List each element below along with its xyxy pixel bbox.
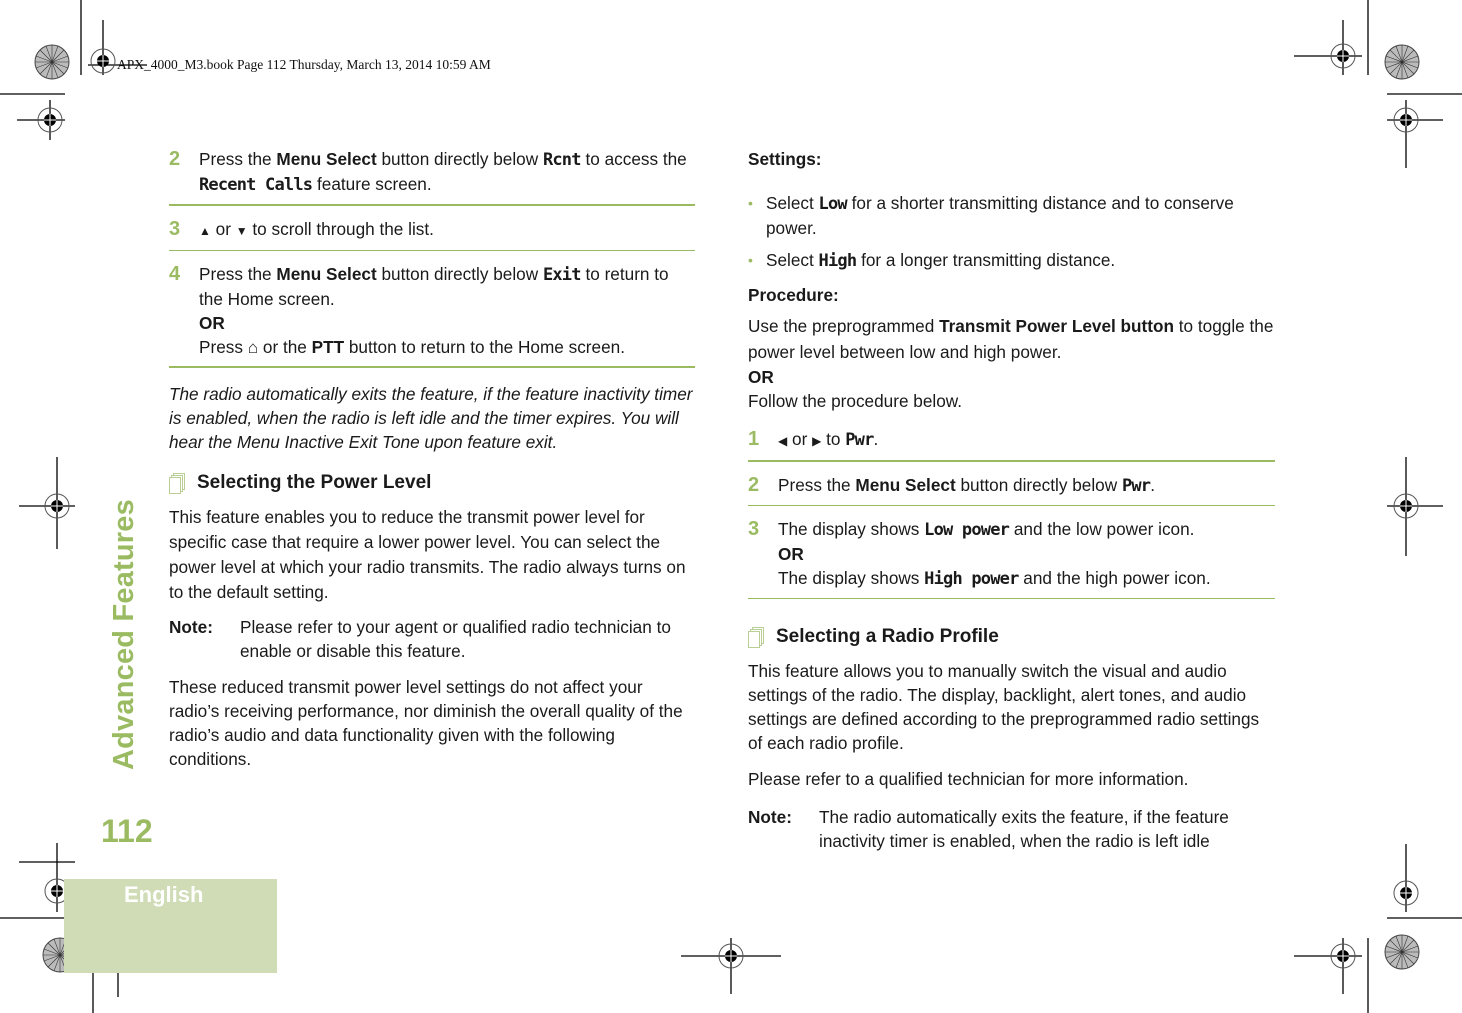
display-text-rcnt: Rcnt	[542, 150, 582, 170]
menu-select-label: Menu Select	[276, 149, 377, 169]
step-number: 3	[169, 218, 181, 240]
right-column: Settings: • Select Low for a shorter tra…	[748, 149, 1275, 851]
procedure-label: Procedure:	[748, 285, 839, 305]
step-text: Press the Menu Select button directly be…	[199, 149, 687, 195]
inactivity-note: The radio automatically exits the featur…	[169, 384, 693, 452]
settings-label: Settings:	[748, 149, 822, 169]
document-icon	[748, 627, 764, 648]
step-item: 3 The display shows Low power and the lo…	[748, 515, 1275, 599]
step-number: 1	[748, 428, 760, 450]
bullet-item: • Select High for a longer transmitting …	[748, 250, 1116, 271]
step-item: 2 Press the Menu Select button directly …	[748, 471, 1275, 506]
right-arrow-icon: ▶	[812, 434, 822, 448]
display-text-recent-calls: Recent Calls	[199, 175, 313, 195]
print-header: APX_4000_M3.book Page 112 Thursday, Marc…	[117, 57, 491, 72]
refer-text: Please refer to a qualified technician f…	[748, 769, 1189, 789]
power-level-intro: This feature enables you to reduce the t…	[169, 507, 686, 602]
step-number: 2	[748, 474, 760, 496]
left-column: 2 Press the Menu Select button directly …	[169, 145, 695, 781]
step-item: 1 ◀ or ▶ to Pwr.	[748, 425, 1275, 462]
down-arrow-icon: ▼	[235, 224, 248, 238]
step-number: 4	[169, 263, 181, 285]
note: Note: The radio automatically exits the …	[748, 807, 1229, 851]
display-text-exit: Exit	[542, 265, 582, 285]
note: Note: Please refer to your agent or qual…	[169, 617, 671, 661]
document-icon	[169, 473, 185, 494]
bullet-icon: •	[748, 195, 753, 211]
home-icon: ⌂	[247, 337, 259, 357]
or-label: OR	[748, 367, 774, 387]
bullet-item: • Select Low for a shorter transmitting …	[748, 193, 1234, 238]
chapter-title: Advanced Features	[108, 499, 140, 770]
left-arrow-icon: ◀	[778, 434, 788, 448]
up-arrow-icon: ▲	[199, 224, 211, 238]
section-heading: Selecting a Radio Profile	[748, 625, 1275, 649]
bullet-icon: •	[748, 252, 753, 268]
procedure-text: Use the preprogrammed Transmit Power Lev…	[748, 316, 1274, 362]
step-number: 3	[748, 518, 760, 540]
step-item: 3 ▲ or ▼ to scroll through the list.	[169, 215, 695, 251]
or-label: OR	[199, 313, 225, 333]
starburst-icon	[34, 44, 70, 80]
step-text: ▲ or ▼ to scroll through the list.	[199, 219, 434, 239]
section-heading: Selecting the Power Level	[169, 471, 695, 495]
language-label: English	[124, 882, 204, 907]
step-text: Press the Menu Select button directly be…	[199, 262, 695, 359]
step-item: 4 Press the Menu Select button directly …	[169, 260, 695, 368]
ptt-label: PTT	[311, 337, 345, 357]
power-level-conditions: These reduced transmit power level setti…	[169, 677, 683, 769]
step-item: 2 Press the Menu Select button directly …	[169, 145, 695, 206]
radio-profile-intro: This feature allows you to manually swit…	[748, 661, 1260, 753]
page-number: 112	[101, 813, 153, 849]
step-number: 2	[169, 148, 181, 170]
